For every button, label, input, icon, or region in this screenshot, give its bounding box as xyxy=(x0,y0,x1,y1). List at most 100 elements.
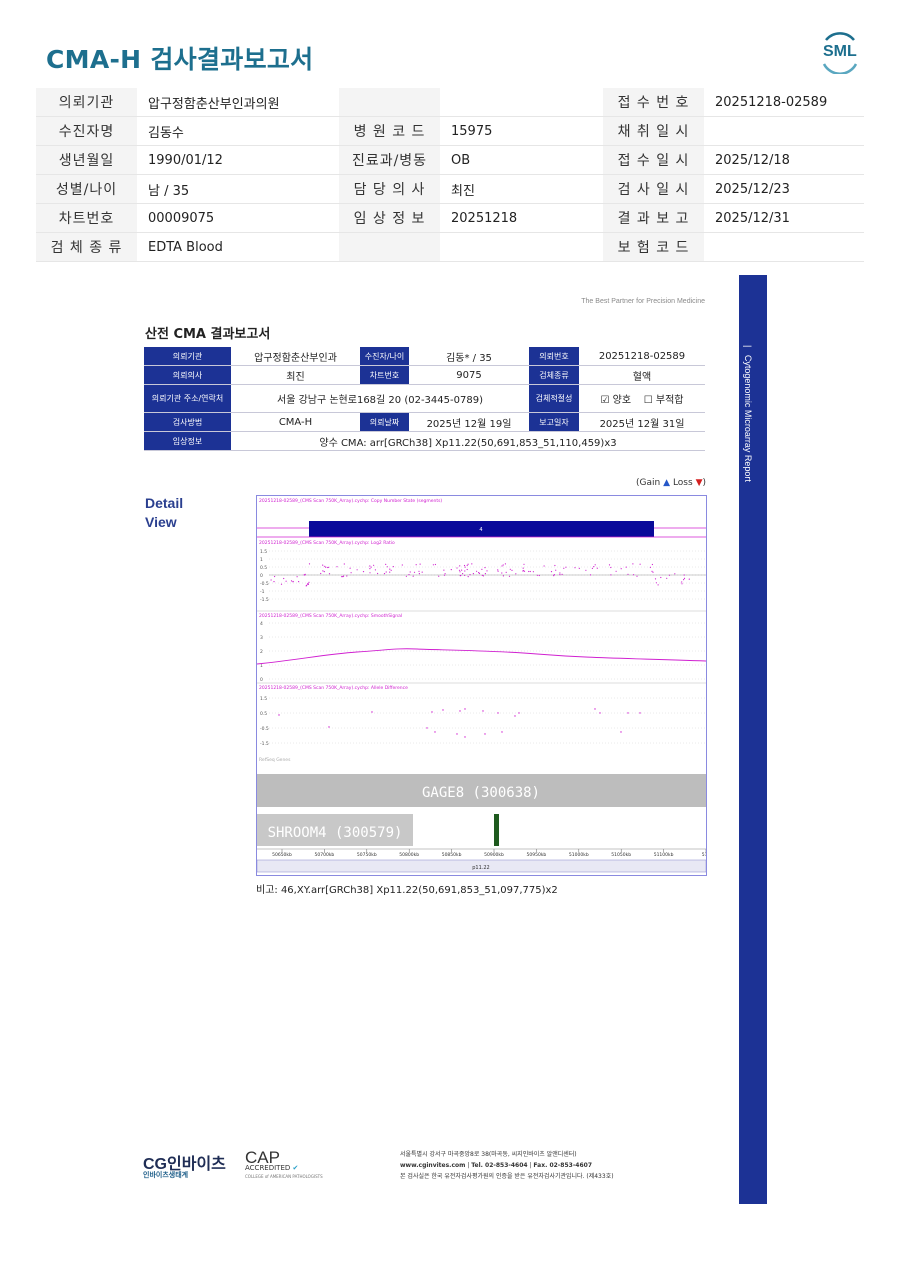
log2-point xyxy=(308,563,311,565)
log2-point xyxy=(415,564,417,566)
allele-point xyxy=(464,708,466,710)
log2-point xyxy=(486,570,488,572)
value-request-date: 2025년 12월 19일 xyxy=(409,412,529,432)
log2-point xyxy=(392,566,394,568)
allele-tick-label: -1.5 xyxy=(260,741,269,747)
allele-point xyxy=(518,712,520,714)
log2-point xyxy=(589,574,592,576)
log2-tick-label: 1.5 xyxy=(260,549,267,555)
tagline: The Best Partner for Precision Medicine xyxy=(581,298,705,305)
log2-point xyxy=(356,569,358,571)
log2-point xyxy=(421,571,423,573)
value-requesting-institution: 압구정함춘산부인과 xyxy=(231,347,360,366)
info-row: 수진자명 김동수 병 원 코 드 15975 채 취 일 시 xyxy=(36,116,864,146)
log2-point xyxy=(561,573,563,575)
log2-point xyxy=(523,563,525,565)
label-specimen-type: 검체종류 xyxy=(529,365,579,385)
allele-point xyxy=(484,733,486,735)
track-label: RefSeq Genes xyxy=(259,757,291,763)
info-row: 검 체 종 류 EDTA Blood 보 험 코 드 xyxy=(36,232,864,262)
info-value xyxy=(704,116,864,146)
log2-point xyxy=(502,564,504,566)
checkmark-icon: ✔ xyxy=(292,1164,299,1172)
log2-tick-label: -1.5 xyxy=(260,597,269,603)
log2-point xyxy=(322,564,324,566)
log2-point xyxy=(660,576,662,579)
log2-tick-label: 1 xyxy=(260,557,263,563)
log2-point xyxy=(459,565,461,567)
x-tick-label: 51000kb xyxy=(569,852,589,858)
log2-point xyxy=(285,580,287,582)
label-requesting-institution: 의뢰기관 xyxy=(144,347,231,366)
info-label: 성별/나이 xyxy=(36,174,137,204)
log2-point xyxy=(574,567,576,569)
value-test-method: CMA-H xyxy=(231,412,360,432)
label-address: 의뢰기관 주소/연락처 xyxy=(144,384,231,413)
info-value: 2025/12/31 xyxy=(704,203,864,233)
log2-point xyxy=(456,567,458,569)
log2-point xyxy=(651,570,653,572)
info-row: 차트번호 00009075 임 상 정 보 20251218 결 과 보 고 2025/1… xyxy=(36,203,864,233)
detail-line2: View xyxy=(145,514,177,530)
x-tick-label: 50800kb xyxy=(399,852,419,858)
log2-point xyxy=(385,563,387,565)
log2-tick-label: 0 xyxy=(260,573,263,579)
info-label xyxy=(339,232,440,262)
log2-point xyxy=(370,566,372,568)
value-requesting-doctor: 최진 xyxy=(231,365,360,385)
track-label: 20251218-02589_(CMS Scan 750K_Array).cyc… xyxy=(259,498,442,504)
log2-point xyxy=(550,571,553,573)
info-label: 병 원 코 드 xyxy=(339,116,440,146)
log2-point xyxy=(443,574,446,576)
value-address: 서울 강남구 논현로168길 20 (02-3445-0789) xyxy=(231,384,529,413)
allele-point xyxy=(426,727,428,729)
allele-tick-label: 1.5 xyxy=(260,696,267,702)
log2-point xyxy=(412,575,414,577)
gene-marker xyxy=(494,814,499,846)
log2-point xyxy=(555,569,557,571)
log2-point xyxy=(273,581,275,583)
info-value: OB xyxy=(440,145,603,175)
log2-point xyxy=(283,577,285,580)
log2-point xyxy=(343,563,345,565)
log2-point xyxy=(484,573,486,575)
log2-point xyxy=(374,569,376,571)
info-value: 최진 xyxy=(440,174,603,204)
log2-point xyxy=(509,568,511,570)
info-value: 00009075 xyxy=(137,203,339,233)
log2-point xyxy=(651,563,653,566)
allele-point xyxy=(278,714,280,716)
allele-point xyxy=(482,710,484,712)
info-value: 20251218-02589 xyxy=(704,88,864,117)
log2-point xyxy=(373,564,375,566)
x-tick-label: 51050kb xyxy=(611,852,631,858)
info-label: 접 수 번 호 xyxy=(603,88,704,117)
report-summary-table: 의뢰기관 압구정함춘산부인과 수진자/나이 김동* / 35 의뢰번호 2025… xyxy=(144,347,705,451)
smooth-tick-label: 2 xyxy=(260,649,263,655)
label-request-date: 의뢰날짜 xyxy=(360,412,409,432)
log2-point xyxy=(649,566,651,568)
track-label: 20251218-02589_(CMS Scan 750K_Array).cyc… xyxy=(259,540,395,546)
log2-point xyxy=(683,574,685,576)
log2-point xyxy=(280,583,283,585)
info-value xyxy=(440,88,603,117)
log2-point xyxy=(389,571,391,573)
adequate-checkbox: ☑ 양호 xyxy=(600,395,632,406)
label-chart-number: 차트번호 xyxy=(360,365,409,385)
log2-point xyxy=(563,567,565,569)
log2-point xyxy=(461,569,463,571)
log2-point xyxy=(482,575,484,577)
info-label xyxy=(339,88,440,117)
band-label: p11.22 xyxy=(472,865,490,871)
log2-point xyxy=(303,574,305,576)
chart-svg: 20251218-02589_(CMS Scan 750K_Array).cyc… xyxy=(257,498,706,873)
log2-point xyxy=(324,565,326,567)
website-link[interactable]: www.cginvites.com xyxy=(400,1162,465,1169)
log2-point xyxy=(390,569,392,571)
log2-point xyxy=(666,577,668,579)
label-patient-age: 수진자/나이 xyxy=(360,347,409,366)
log2-point xyxy=(409,571,411,573)
log2-point xyxy=(304,573,306,575)
allele-point xyxy=(639,712,641,714)
log2-point xyxy=(389,568,391,570)
